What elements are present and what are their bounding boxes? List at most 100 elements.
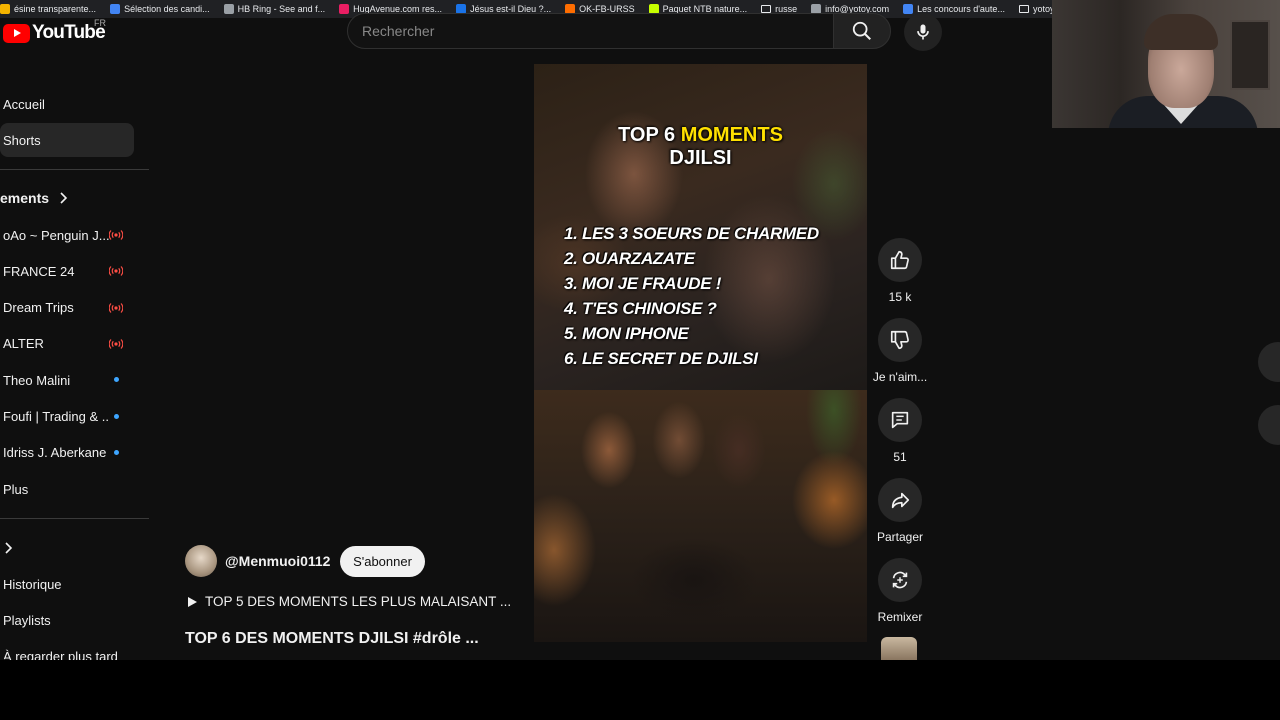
video-title-highlight: MOMENTS [680, 124, 783, 146]
thumbs-up-icon [890, 250, 909, 270]
dislike-action: Je n'aim... [872, 318, 928, 384]
sidebar-item-watch-later[interactable]: À regarder plus tard [0, 639, 134, 660]
sidebar-item-label: À regarder plus tard [3, 649, 118, 660]
like-action: 15 k [874, 238, 926, 304]
you-section-header[interactable] [0, 540, 16, 556]
share-button[interactable] [878, 478, 922, 522]
chevron-right-icon [5, 542, 13, 554]
dislike-button[interactable] [878, 318, 922, 362]
new-content-dot [114, 449, 119, 455]
subscriptions-title: ements [0, 190, 50, 206]
new-content-dot [114, 377, 119, 383]
video-overlay-title: TOP 6 MOMENTS [534, 124, 867, 147]
sidebar-item-label: Dream Trips [3, 300, 74, 316]
remix-button[interactable] [878, 558, 922, 602]
sidebar-item-subscription[interactable]: Foufi | Trading & ... [0, 400, 134, 434]
sidebar-item-home[interactable]: Accueil [0, 87, 134, 121]
sidebar-item-shorts[interactable]: Shorts [0, 123, 134, 157]
remix-icon [892, 571, 908, 589]
sidebar-item-label: Playlists [3, 612, 51, 628]
sidebar-divider [0, 169, 149, 170]
bookmark-item[interactable]: ésine transparente... [0, 4, 96, 14]
sidebar-item-subscription[interactable]: Dream Trips [0, 291, 134, 325]
share-action: Partager [874, 478, 926, 544]
subscriptions-header[interactable]: ements [0, 190, 71, 206]
sidebar-item-label: ALTER [3, 336, 44, 352]
playlist-link[interactable]: TOP 5 DES MOMENTS LES PLUS MALAISANT ... [185, 594, 511, 609]
sidebar-item-subscription[interactable]: oAo ~ Penguin J... [0, 218, 134, 252]
thumbs-down-icon [890, 330, 909, 350]
bookmark-item[interactable]: yotoy [1018, 4, 1052, 14]
folder-icon [1018, 5, 1029, 13]
channel-handle[interactable]: @Menmuoi0112 [225, 553, 330, 569]
youtube-logo[interactable]: YouTube FR [3, 18, 106, 44]
folder-icon [761, 5, 772, 13]
bookmark-label: Sélection des candi... [124, 4, 210, 14]
favicon-icon [223, 4, 234, 14]
video-list-line: 5. MON IPHONE [564, 324, 689, 343]
sidebar-item-subscription[interactable]: Idriss J. Aberkane [0, 436, 134, 470]
playlist-text: TOP 5 DES MOMENTS LES PLUS MALAISANT ... [205, 594, 512, 609]
video-list-line: 6. LE SECRET DE DJILSI [564, 349, 758, 368]
webcam-overlay [1052, 0, 1280, 128]
sound-thumbnail[interactable] [881, 637, 917, 660]
play-icon [188, 596, 197, 607]
video-list-line: 1. LES 3 SOEURS DE CHARMED [564, 224, 819, 243]
search-icon [852, 21, 871, 40]
bookmark-label: ésine transparente... [14, 4, 97, 14]
remix-label: Remixer [877, 610, 923, 624]
sidebar-item-label: Theo Malini [3, 372, 71, 388]
bookmark-label: Les concours d'aute... [917, 4, 1005, 14]
video-list-line: 2. OUARZAZATE [564, 249, 695, 268]
favicon-icon [0, 4, 10, 14]
subscribe-button[interactable]: S'abonner [340, 546, 425, 577]
search-placeholder: Rechercher [362, 23, 435, 39]
sidebar-item-subscription[interactable]: Theo Malini [0, 363, 134, 397]
bookmark-item[interactable]: HB Ring - See and f... [223, 4, 326, 14]
microphone-icon [917, 24, 929, 40]
sidebar-item-label: Foufi | Trading & ... [3, 409, 109, 424]
video-title-part: TOP 6 [618, 124, 681, 146]
live-icon [109, 302, 123, 313]
comment-icon [891, 411, 909, 429]
voice-search-button[interactable] [904, 13, 942, 51]
live-icon [109, 338, 123, 349]
bookmark-label: HB Ring - See and f... [237, 4, 326, 14]
like-button[interactable] [878, 238, 922, 282]
video-list-line: 4. T'ES CHINOISE ? [564, 299, 717, 318]
new-content-dot [114, 413, 119, 419]
youtube-play-icon [3, 23, 30, 43]
sidebar-item-playlists[interactable]: Playlists [0, 603, 134, 637]
video-overlay-subtitle: DJILSI [669, 147, 732, 169]
sidebar-item-label: Accueil [3, 96, 45, 112]
chevron-right-icon [60, 192, 68, 204]
video-list-line: 3. MOI JE FRAUDE ! [564, 274, 722, 293]
webcam-person-hair [1144, 14, 1218, 50]
sidebar-item-label: Historique [3, 576, 62, 592]
share-label: Partager [876, 530, 924, 544]
sidebar-item-subscription[interactable]: ALTER [0, 327, 134, 361]
comments-button[interactable] [878, 398, 922, 442]
sidebar-item-history[interactable]: Historique [0, 567, 134, 601]
sidebar-item-label: oAo ~ Penguin J... [3, 227, 109, 243]
sidebar-item-label: FRANCE 24 [3, 263, 75, 279]
channel-avatar[interactable] [185, 545, 217, 577]
remix-action: Remixer [874, 558, 926, 624]
search-button[interactable] [833, 13, 891, 49]
sidebar-item-label: Plus [3, 481, 29, 497]
video-title[interactable]: TOP 6 DES MOMENTS DJILSI #drôle ... [185, 630, 479, 648]
comments-action: 51 [874, 398, 926, 464]
sidebar-item-label: Shorts [3, 132, 41, 148]
bottom-black-area [0, 660, 1280, 720]
dislike-label: Je n'aim... [872, 370, 928, 384]
bookmark-label: yotoy [1032, 4, 1052, 14]
search-input[interactable]: Rechercher [347, 13, 834, 49]
share-icon [891, 492, 910, 509]
favicon-icon [110, 4, 121, 14]
comments-count: 51 [893, 450, 907, 464]
sidebar-item-subscription[interactable]: Plus [0, 472, 134, 506]
sidebar-item-subscription[interactable]: FRANCE 24 [0, 254, 134, 288]
shorts-video-player[interactable]: TOP 6 MOMENTS DJILSI 1. LES 3 SOEURS DE … [534, 64, 867, 642]
bookmark-item[interactable]: Sélection des candi... [110, 4, 210, 14]
sidebar-item-label: Idriss J. Aberkane [3, 445, 107, 461]
